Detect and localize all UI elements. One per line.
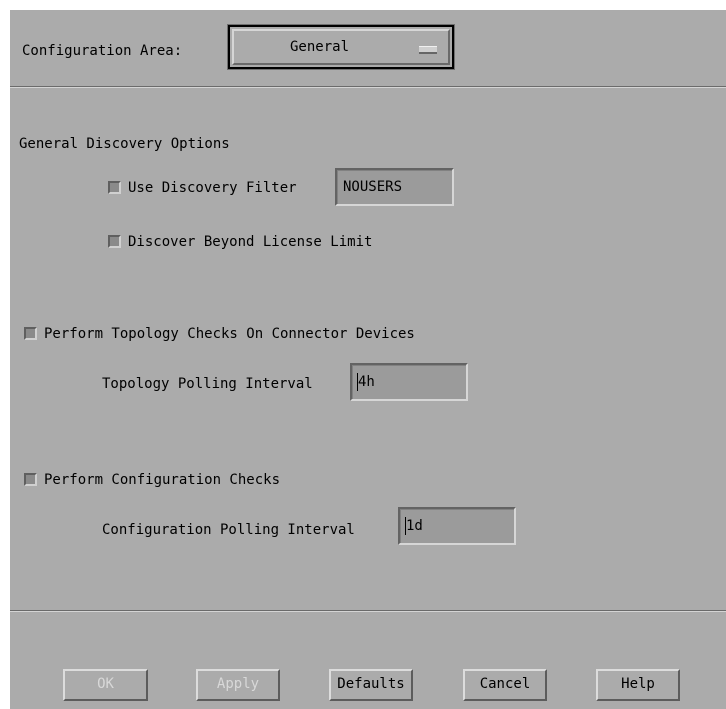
- defaults-button[interactable]: Defaults: [329, 669, 413, 701]
- perform-topology-checks-label: Perform Topology Checks On Connector Dev…: [44, 326, 415, 342]
- cancel-button[interactable]: Cancel: [463, 669, 547, 701]
- general-discovery-options-title: General Discovery Options: [19, 136, 230, 152]
- configuration-area-selected-value: General: [290, 39, 350, 55]
- perform-configuration-checks-label: Perform Configuration Checks: [44, 472, 281, 488]
- use-discovery-filter-label: Use Discovery Filter: [128, 180, 297, 196]
- configuration-area-option-menu[interactable]: General: [228, 25, 454, 69]
- use-discovery-filter-checkbox[interactable]: [108, 181, 121, 194]
- apply-button[interactable]: Apply: [196, 669, 280, 701]
- topology-polling-interval-field[interactable]: 4h: [350, 363, 468, 401]
- configuration-polling-interval-field[interactable]: 1d: [398, 507, 516, 545]
- configuration-polling-interval-value: 1d: [406, 518, 423, 534]
- discovery-filter-field[interactable]: NOUSERS: [335, 168, 454, 206]
- top-separator-highlight: [10, 87, 726, 88]
- discover-beyond-license-limit-label: Discover Beyond License Limit: [128, 234, 373, 250]
- configuration-polling-interval-label: Configuration Polling Interval: [102, 522, 355, 538]
- option-menu-bar-icon: [419, 46, 437, 54]
- perform-configuration-checks-checkbox[interactable]: [24, 473, 37, 486]
- ok-button[interactable]: OK: [63, 669, 148, 701]
- configuration-area-row: Configuration Area: General: [10, 10, 726, 86]
- help-button[interactable]: Help: [596, 669, 680, 701]
- configuration-area-label: Configuration Area:: [22, 43, 183, 59]
- topology-polling-interval-label: Topology Polling Interval: [102, 376, 313, 392]
- perform-topology-checks-checkbox[interactable]: [24, 327, 37, 340]
- discover-beyond-license-limit-checkbox[interactable]: [108, 235, 121, 248]
- discovery-filter-value: NOUSERS: [343, 179, 403, 195]
- topology-polling-interval-value: 4h: [358, 374, 375, 390]
- button-area-separator-highlight: [10, 611, 726, 612]
- discovery-settings-dialog: Configuration Area: General General Disc…: [10, 10, 726, 709]
